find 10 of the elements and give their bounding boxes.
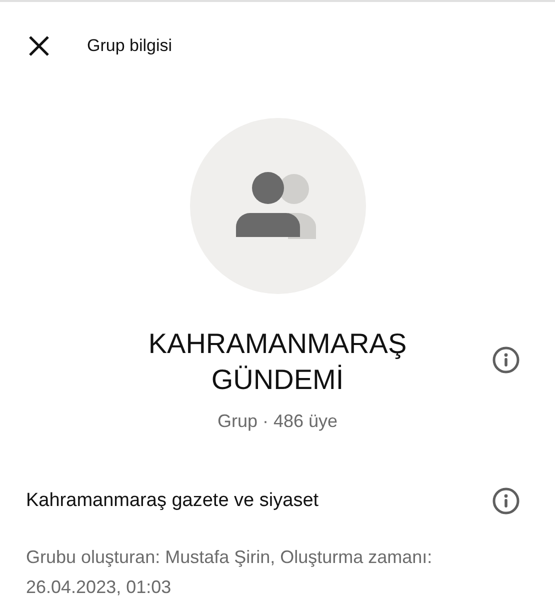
group-description: Kahramanmaraş gazete ve siyaset [26, 489, 319, 513]
panel-title: Grup bilgisi [87, 35, 172, 58]
group-name: KAHRAMANMARAŞ GÜNDEMİ [147, 327, 408, 397]
info-button[interactable] [492, 346, 520, 374]
group-meta: Grup · 486 üye [217, 410, 338, 433]
info-button[interactable] [492, 487, 520, 516]
info-icon [492, 346, 520, 374]
info-icon [492, 487, 520, 516]
creation-info: Grubu oluşturan: Mustafa Şirin, Oluşturma zamanı: 26.04.2023, 01:03 [25, 546, 434, 598]
close-icon [28, 35, 50, 57]
